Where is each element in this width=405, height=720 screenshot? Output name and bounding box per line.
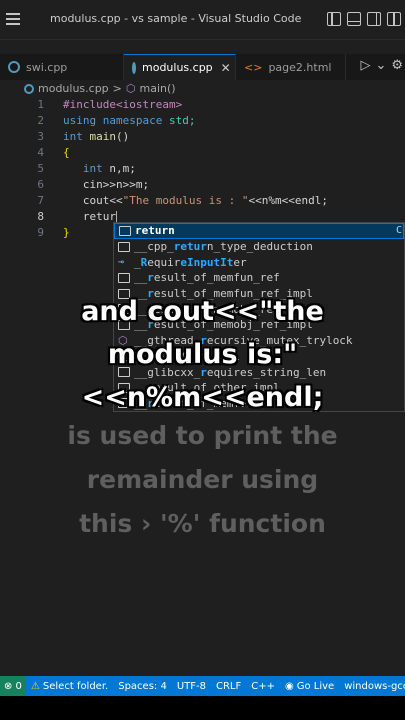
breadcrumb-separator: >	[112, 82, 122, 95]
window-title: modulus.cpp - vs sample - Visual Studio …	[50, 12, 302, 25]
toggle-primary-sidebar-icon[interactable]	[327, 12, 341, 26]
menu-icon[interactable]	[6, 13, 20, 25]
code-token: int	[63, 130, 83, 143]
code-token: "The modulus is : "	[122, 194, 249, 207]
code-line: 1 #include<iostream>	[0, 98, 405, 114]
code-line: 2 using namespace std;	[0, 114, 405, 130]
caption-line: <<n%m<<endl;	[81, 382, 324, 413]
status-bar: ⊗ 0 ⚠ Select folder. Spaces: 4 UTF-8 CRL…	[0, 676, 405, 696]
line-number: 3	[37, 130, 44, 143]
tab-modulus-cpp[interactable]: modulus.cpp ✕	[124, 54, 236, 80]
suggestion-detail: C	[395, 225, 402, 236]
code-token: using	[63, 114, 97, 127]
editor-tabs: swi.cpp modulus.cpp ✕ <> page2.html	[0, 54, 405, 80]
code-line: 7 cout<<"The modulus is : "<<n%m<<endl;	[0, 194, 405, 210]
customize-layout-icon[interactable]	[387, 12, 401, 26]
struct-icon	[118, 272, 130, 283]
caption-line: is used to print the	[67, 421, 338, 450]
keyword-icon	[118, 241, 130, 252]
tab-page2-html[interactable]: <> page2.html	[236, 54, 346, 80]
code-token: #include	[63, 98, 116, 111]
suggestion-item[interactable]: __cpp_ retur n_type_deduction	[114, 239, 404, 255]
suggestion-item[interactable]: __ r esult_of_memfun_ref	[114, 270, 404, 286]
title-bar: modulus.cpp - vs sample - Visual Studio …	[0, 0, 405, 40]
breadcrumb-symbol[interactable]: main()	[140, 82, 176, 95]
code-token: namespace	[102, 114, 163, 127]
code-token: int	[82, 162, 103, 175]
video-bottom-band	[0, 696, 405, 720]
warning-icon: ⚠	[30, 680, 40, 692]
code-token: }	[63, 226, 70, 239]
select-folder-label: Select folder.	[42, 680, 109, 692]
layout-controls	[327, 12, 401, 26]
line-number: 4	[37, 146, 44, 159]
code-token: n,m;	[102, 162, 136, 175]
keyword-icon	[119, 225, 131, 236]
close-icon[interactable]: ✕	[221, 61, 231, 75]
caption-line: remainder using	[86, 465, 319, 494]
tab-label: page2.html	[268, 60, 332, 74]
code-token: ()	[116, 130, 130, 143]
gear-icon[interactable]: ⚙	[391, 58, 403, 73]
caption-line: and cout<<"the	[81, 296, 324, 327]
variable-icon: ⊸	[118, 256, 125, 268]
caption-line: this › '%' function	[79, 509, 326, 538]
cpp-config-item[interactable]: windows-gcc-x	[339, 681, 405, 692]
c-file-icon	[132, 61, 136, 74]
code-token: std;	[168, 114, 196, 127]
line-number: 8	[37, 210, 44, 223]
code-line: 5 int n,m;	[0, 162, 405, 178]
c-file-icon	[24, 83, 34, 94]
method-icon: ⬡	[125, 82, 136, 95]
breadcrumb: modulus.cpp > ⬡ main()	[24, 82, 176, 95]
code-token: {	[63, 146, 70, 159]
code-line: 3 int main()	[0, 130, 405, 146]
code-token: main	[89, 130, 117, 143]
code-token: retur	[82, 210, 116, 223]
problems-indicator[interactable]: ⊗ 0	[0, 676, 26, 696]
code-token: cin>>n>>m;	[82, 178, 150, 191]
tab-label: modulus.cpp	[142, 61, 213, 74]
line-number: 1	[37, 98, 44, 111]
encoding-item[interactable]: UTF-8	[172, 681, 211, 692]
toggle-panel-icon[interactable]	[347, 12, 361, 26]
tab-label: swi.cpp	[26, 60, 68, 74]
eol-item[interactable]: CRLF	[211, 681, 246, 692]
toggle-secondary-sidebar-icon[interactable]	[367, 12, 381, 26]
run-icon[interactable]: ▷	[360, 58, 370, 73]
line-number: 9	[37, 226, 44, 239]
code-token: <iostream>	[115, 98, 183, 111]
line-number: 7	[37, 194, 44, 207]
code-line: 4 {	[0, 146, 405, 162]
broadcast-icon: ◉	[284, 680, 294, 692]
language-mode-item[interactable]: C++	[246, 681, 280, 692]
caption-line: modulus is:"	[107, 339, 298, 370]
go-live-button[interactable]: ◉ Go Live	[280, 681, 339, 692]
chevron-down-icon[interactable]: ⌄	[375, 58, 386, 73]
select-folder-item[interactable]: ⚠ Select folder.	[26, 681, 113, 692]
code-line: 6 cin>>n>>m;	[0, 178, 405, 194]
line-number: 2	[37, 114, 44, 127]
indentation-item[interactable]: Spaces: 4	[113, 681, 172, 692]
line-number: 5	[37, 162, 44, 175]
c-file-icon	[8, 61, 20, 73]
breadcrumb-file[interactable]: modulus.cpp	[38, 82, 109, 95]
suggestion-item[interactable]: ⊸ _ Requir eInputIt er	[114, 254, 404, 270]
suggestion-item[interactable]: retur n C	[114, 223, 404, 239]
editor-actions: ▷ ⌄ ⚙	[360, 58, 403, 73]
code-token: <<n%m<<endl;	[248, 194, 328, 207]
code-token: cout<<	[82, 194, 123, 207]
tab-swi-cpp[interactable]: swi.cpp	[0, 54, 124, 80]
line-number: 6	[37, 178, 44, 191]
html-file-icon: <>	[244, 60, 263, 74]
